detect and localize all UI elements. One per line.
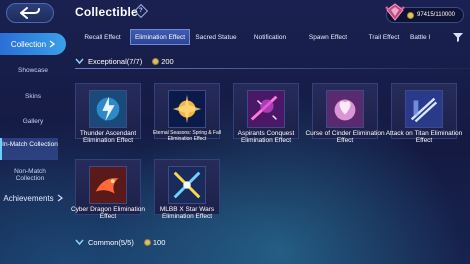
collapse-chevron-icon xyxy=(75,239,84,245)
thunder-ascendant-effect-thumbnail xyxy=(89,90,127,128)
sidebar-item-skins[interactable]: Skins xyxy=(0,93,66,100)
header-bar: Collectible ? 97415/110000 xyxy=(0,0,470,26)
sidebar-item-achievements[interactable]: Achievements xyxy=(0,188,66,208)
sidebar-item-collection[interactable]: Collection xyxy=(0,33,66,55)
card-label: Eternal Seasons: Spring & Fall Eliminati… xyxy=(152,130,222,142)
sidebar-item-in-match-collection[interactable]: In-Match Collection xyxy=(0,138,58,160)
tab-elimination-effect[interactable]: Elimination Effect xyxy=(130,29,190,45)
collapse-chevron-icon xyxy=(75,58,84,64)
section-header-common[interactable]: Common(5/5) 100 xyxy=(75,235,470,249)
card-label: Attack on Titan Elimination Effect xyxy=(385,130,463,144)
points-coin-icon xyxy=(143,238,151,246)
section-header-exceptional[interactable]: Exceptional(7/7) 200 xyxy=(75,54,470,69)
sidebar-item-gallery[interactable]: Gallery xyxy=(0,118,66,125)
sidebar: Collection Showcase Skins Gallery In-Mat… xyxy=(0,30,70,264)
chevron-right-icon xyxy=(49,40,56,48)
tab-battle[interactable]: Battle I xyxy=(410,29,434,45)
rank-emblem-icon xyxy=(385,3,405,21)
card-label: Aspirants Conquest Elimination Effect xyxy=(237,130,295,144)
card-label: Thunder Ascendant Elimination Effect xyxy=(79,130,137,144)
back-button[interactable] xyxy=(6,3,54,23)
section-title: Exceptional(7/7) xyxy=(88,56,143,66)
tab-spawn-effect[interactable]: Spawn Effect xyxy=(298,29,358,45)
filter-icon[interactable] xyxy=(452,31,464,43)
section-points-value: 200 xyxy=(161,56,174,66)
section-points: 200 xyxy=(152,57,174,66)
section-points: 100 xyxy=(143,237,166,247)
tab-sacred-statue[interactable]: Sacred Statue xyxy=(190,29,242,45)
mlbb-star-wars-effect-thumbnail xyxy=(168,166,206,204)
sidebar-item-showcase[interactable]: Showcase xyxy=(0,67,66,74)
tab-trail-effect[interactable]: Trail Effect xyxy=(358,29,410,45)
cyber-dragon-effect-thumbnail xyxy=(89,166,127,204)
tab-notification[interactable]: Notification xyxy=(242,29,298,45)
eternal-seasons-effect-thumbnail xyxy=(168,90,206,128)
points-coin-icon xyxy=(152,57,160,65)
section-title: Common(5/5) xyxy=(88,237,134,247)
sidebar-item-label: Achievements xyxy=(3,193,54,203)
category-tabs: Recall Effect Elimination Effect Sacred … xyxy=(75,29,470,45)
card-label: Cyber Dragon Elimination Effect xyxy=(70,206,146,220)
points-coin-icon xyxy=(407,11,414,19)
chevron-right-icon xyxy=(57,194,63,202)
curse-of-cinder-effect-thumbnail xyxy=(326,90,364,128)
card-label: MLBB X Star Wars Elimination Effect xyxy=(159,206,215,220)
back-arrow-icon xyxy=(20,7,40,19)
section-points-value: 100 xyxy=(152,237,166,247)
tab-recall-effect[interactable]: Recall Effect xyxy=(75,29,130,45)
collection-content: Exceptional(7/7) 200 Thunder Ascendant E… xyxy=(70,48,470,264)
sidebar-item-label: Collection xyxy=(10,39,47,49)
sidebar-item-non-match-collection[interactable]: Non-Match Collection xyxy=(0,168,66,182)
section-divider xyxy=(75,68,470,69)
attack-on-titan-effect-thumbnail xyxy=(405,90,443,128)
collection-points-value: 97415/110000 xyxy=(417,12,455,18)
card-label: Curse of Cinder Elimination Effect xyxy=(305,130,385,144)
aspirants-conquest-effect-thumbnail xyxy=(247,90,285,128)
page-title: Collectible xyxy=(75,5,138,19)
